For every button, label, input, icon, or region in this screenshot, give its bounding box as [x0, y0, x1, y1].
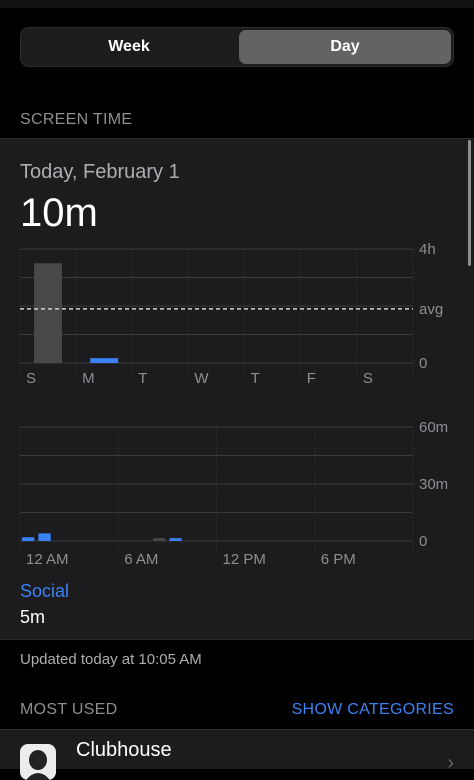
usage-bar: [153, 538, 166, 541]
x-tick-label: 6 PM: [321, 551, 356, 568]
screen-time-header: SCREEN TIME: [20, 111, 133, 128]
y-tick-label: avg: [419, 301, 443, 318]
category-name[interactable]: Social: [20, 581, 69, 602]
x-tick-label: T: [138, 370, 147, 383]
usage-bar: [169, 538, 182, 541]
y-tick-label: 60m: [419, 419, 448, 436]
clubhouse-app-icon: [20, 744, 56, 780]
weekly-usage-chart[interactable]: 4h avg 0 S M T W T F S: [0, 243, 474, 383]
x-tick-label: S: [363, 370, 373, 383]
total-screen-time: 10m: [20, 191, 98, 235]
x-tick-label: W: [194, 370, 209, 383]
period-segmented-control: Week Day: [20, 27, 454, 67]
screen-time-panel[interactable]: Today, February 1 10m 4h avg 0 S M T W T F S 60m 3…: [0, 138, 474, 640]
y-tick-label: 0: [419, 533, 427, 550]
app-name: Clubhouse: [76, 739, 172, 761]
y-tick-label: 0: [419, 355, 427, 372]
x-tick-label: F: [307, 370, 316, 383]
usage-bar: [38, 533, 51, 541]
y-tick-label: 30m: [419, 476, 448, 493]
hourly-usage-chart[interactable]: 60m 30m 0 12 AM 6 AM 12 PM 6 PM: [0, 419, 474, 569]
y-tick-label: 4h: [419, 243, 436, 258]
x-tick-label: S: [26, 370, 36, 383]
show-categories-link[interactable]: SHOW CATEGORIES: [292, 701, 454, 719]
app-row-clubhouse[interactable]: Clubhouse ›: [0, 729, 474, 780]
x-tick-label: 6 AM: [124, 551, 158, 568]
chevron-right-icon: ›: [447, 752, 454, 774]
x-tick-label: M: [82, 370, 95, 383]
usage-bar: [90, 358, 119, 363]
x-tick-label: 12 PM: [223, 551, 266, 568]
usage-bar: [22, 537, 35, 541]
x-tick-label: 12 AM: [26, 551, 69, 568]
day-segment[interactable]: Day: [239, 30, 451, 64]
category-time: 5m: [20, 607, 46, 627]
x-tick-label: T: [251, 370, 260, 383]
most-used-header: MOST USED: [20, 701, 118, 718]
updated-label: Updated today at 10:05 AM: [20, 651, 202, 668]
usage-bar: [34, 263, 62, 363]
week-segment[interactable]: Week: [23, 30, 235, 64]
top-bar: [0, 0, 474, 8]
date-label: Today, February 1: [20, 161, 180, 183]
scrollbar[interactable]: [468, 140, 471, 266]
